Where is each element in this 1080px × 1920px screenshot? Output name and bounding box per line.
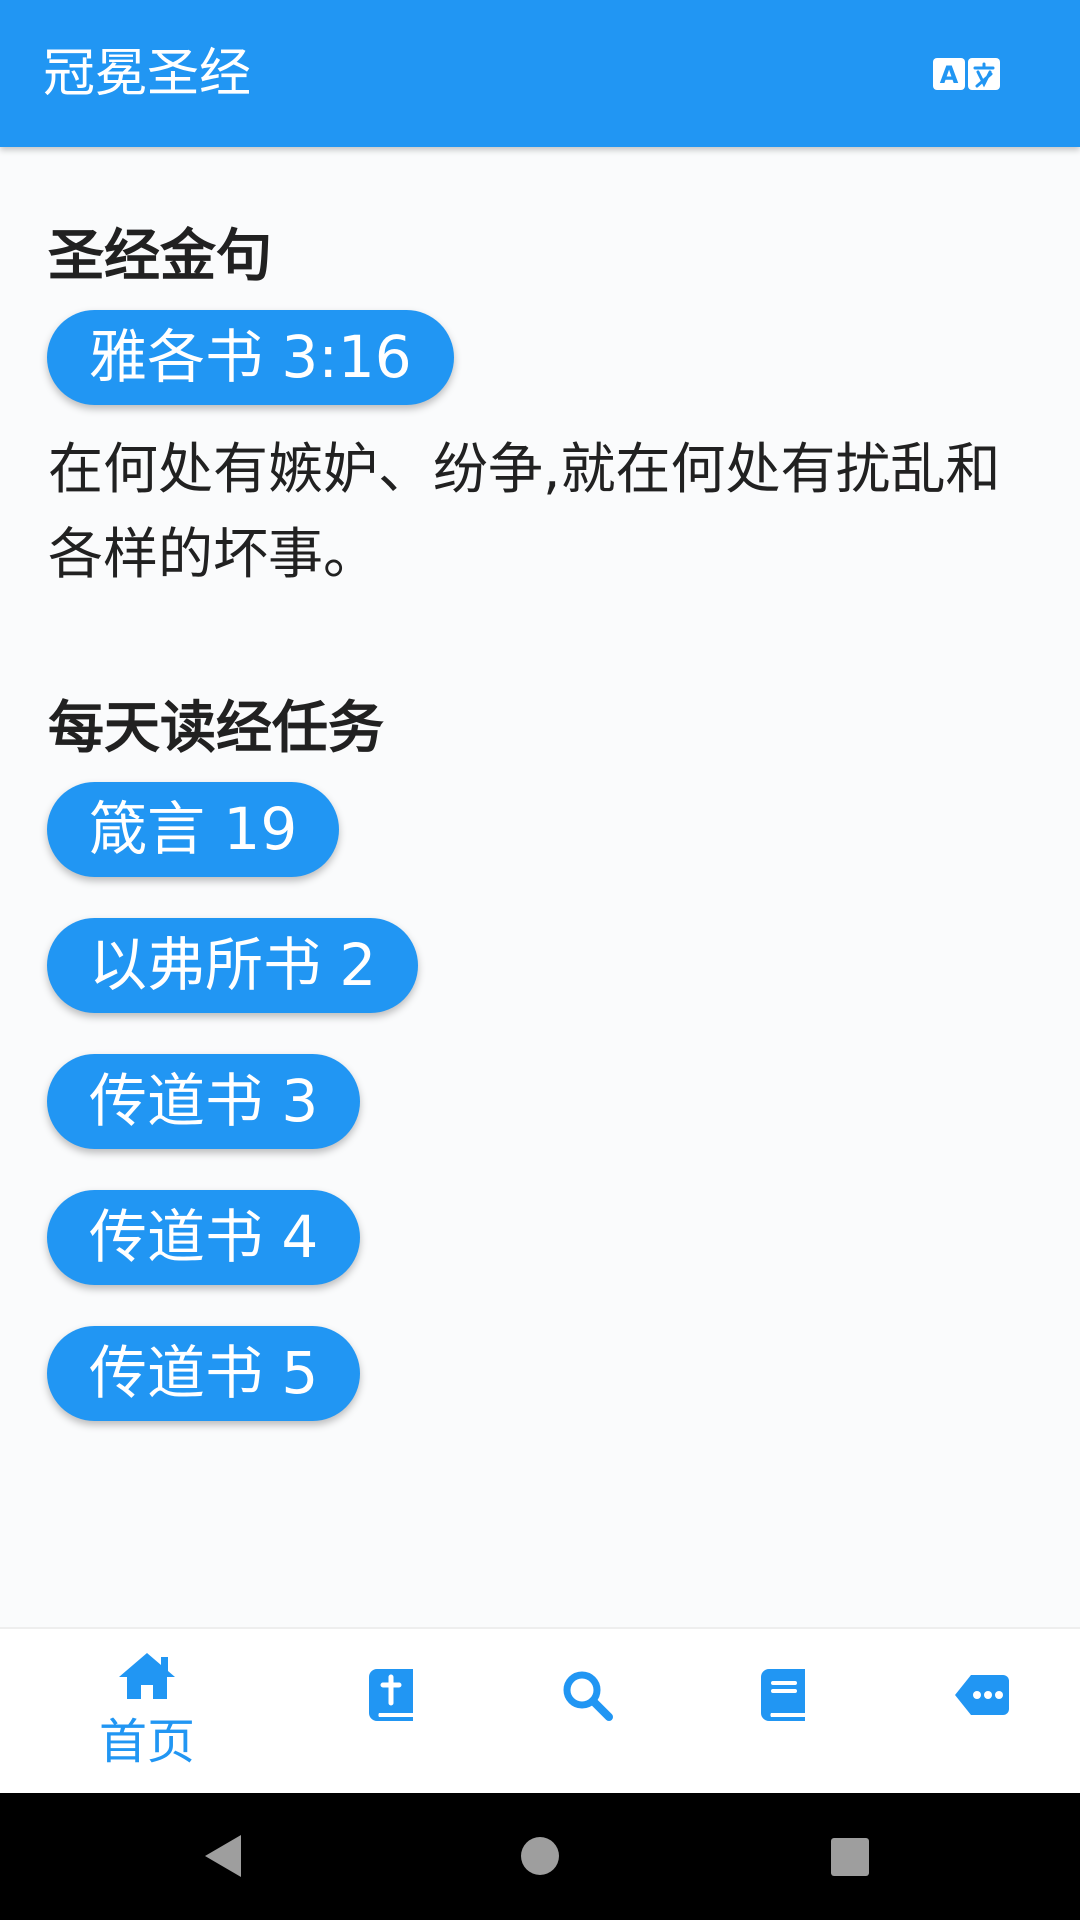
book-icon [761,1669,805,1721]
bottom-navigation: 首页 [0,1627,1080,1793]
reading-chip[interactable]: 传道书 4 [47,1190,361,1285]
translate-icon: A [933,58,1000,90]
search-icon [563,1671,613,1721]
back-icon[interactable] [203,1833,243,1879]
home-icon [119,1653,175,1699]
translate-button[interactable]: A [920,48,1010,102]
nav-item-more[interactable] [874,1629,1080,1795]
system-navigation-bar [0,1793,1080,1920]
reading-chip[interactable]: 传道书 3 [47,1054,361,1149]
nav-item-book[interactable] [676,1629,892,1795]
nav-item-home[interactable]: 首页 [39,1629,255,1795]
nav-item-search[interactable] [479,1629,695,1795]
app-title: 冠冕圣经 [43,44,252,104]
bible-icon [369,1669,413,1721]
app-bar: 冠冕圣经 A [0,0,1080,147]
verse-text: 在何处有嫉妒、纷争,就在何处有扰乱和各样的坏事。 [48,437,1001,586]
golden-verse-title: 圣经金句 [48,224,272,289]
more-icon [955,1675,1009,1715]
reading-chip[interactable]: 传道书 5 [47,1326,361,1421]
reading-chip[interactable]: 以弗所书 2 [47,918,419,1013]
main-content: 圣经金句 雅各书 3:16 在何处有嫉妒、纷争,就在何处有扰乱和各样的坏事。 每… [0,147,1080,1627]
svg-text:A: A [940,61,959,89]
nav-item-bible[interactable] [284,1629,500,1795]
daily-reading-title: 每天读经任务 [48,696,384,761]
verse-reference-chip[interactable]: 雅各书 3:16 [47,310,454,405]
nav-label-home: 首页 [98,1714,195,1770]
home-circle-icon[interactable] [520,1836,560,1876]
recents-icon[interactable] [830,1837,870,1877]
reading-chip[interactable]: 箴言 19 [47,782,340,877]
